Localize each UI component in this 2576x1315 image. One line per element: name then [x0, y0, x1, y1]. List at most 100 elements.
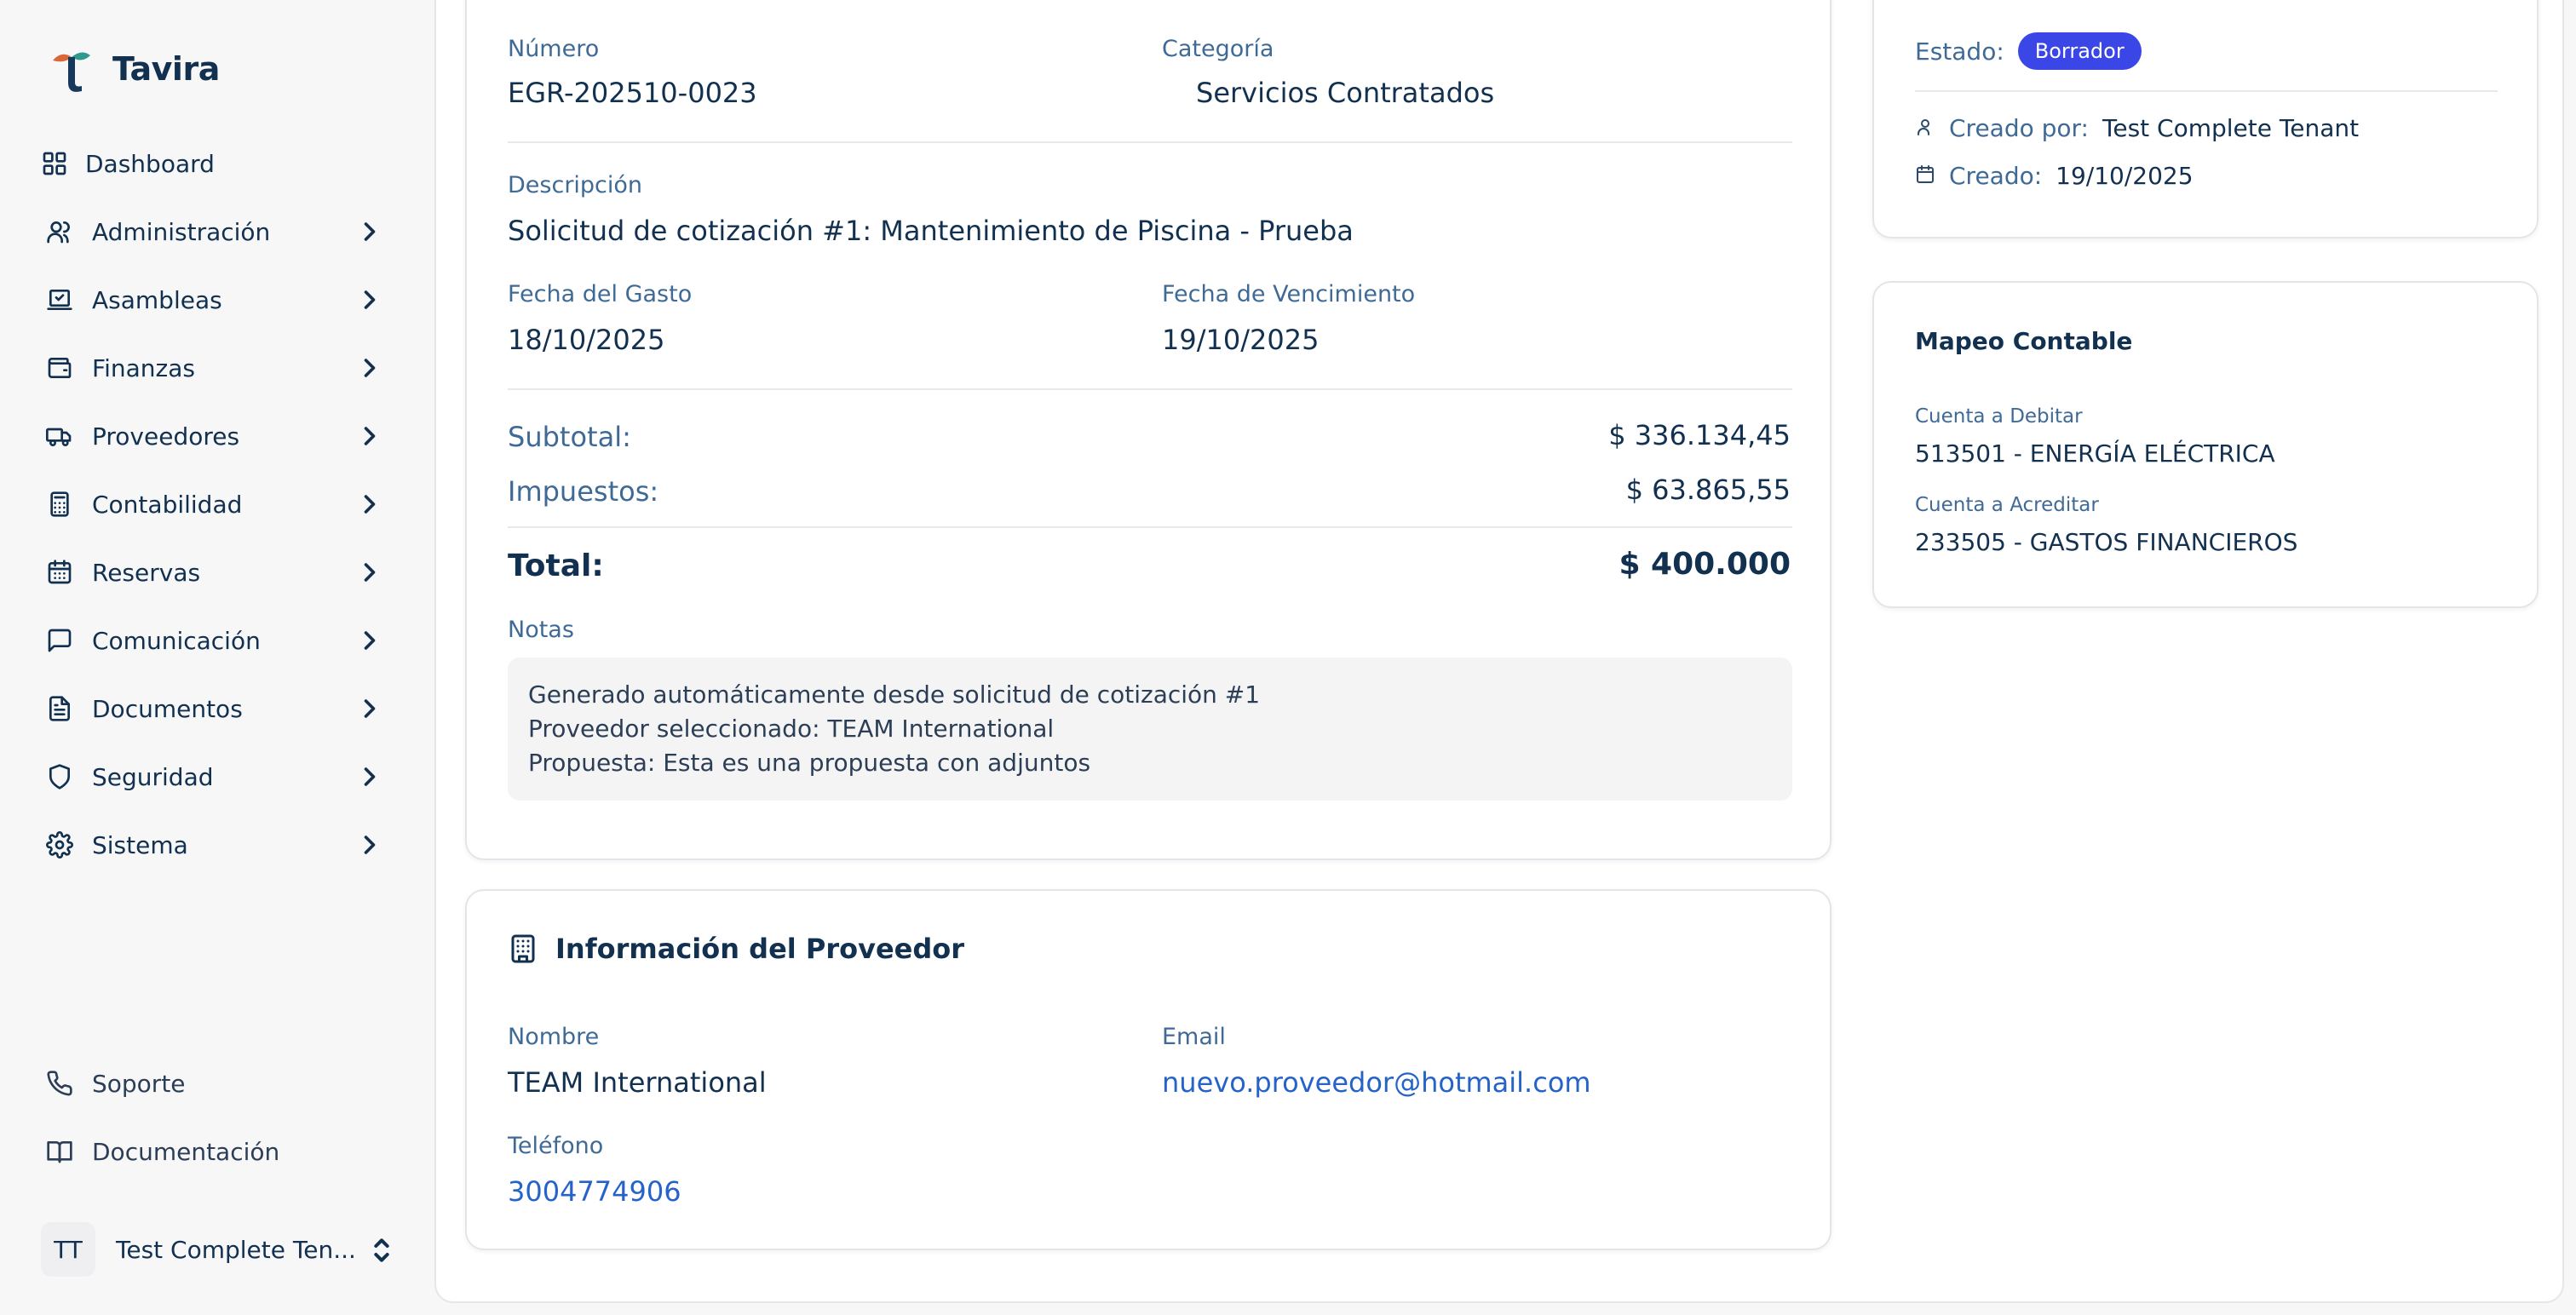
sidebar-item-label: Documentos: [92, 694, 243, 723]
phone-icon: [43, 1066, 77, 1100]
file-text-icon: [43, 692, 77, 726]
accounting-title: Mapeo Contable: [1915, 327, 2133, 355]
gear-icon: [43, 828, 77, 862]
sidebar-item-proveedores[interactable]: Proveedores: [43, 402, 392, 470]
impuestos-label: Impuestos:: [508, 475, 659, 508]
note-line: Propuesta: Esta es una propuesta con adj…: [528, 749, 1091, 777]
fecha-gasto-label: Fecha del Gasto: [508, 281, 693, 307]
chevron-right-icon: [354, 421, 385, 451]
nombre-label: Nombre: [508, 1024, 600, 1050]
email-label: Email: [1162, 1024, 1226, 1050]
users-icon: [43, 215, 77, 249]
message-icon: [43, 623, 77, 658]
descripcion-value: Solicitud de cotización #1: Mantenimient…: [508, 215, 1354, 247]
sidebar-item-label: Dashboard: [85, 149, 215, 178]
sidebar-item-label: Soporte: [92, 1069, 186, 1098]
telefono-label: Teléfono: [508, 1133, 604, 1159]
sidebar-item-label: Proveedores: [92, 422, 240, 451]
sidebar-item-dashboard[interactable]: Dashboard: [43, 129, 392, 198]
numero-value: EGR-202510-0023: [508, 77, 757, 109]
total-value: $ 400.000: [1619, 547, 1791, 582]
telefono-link[interactable]: 3004774906: [508, 1175, 681, 1208]
sidebar-item-contabilidad[interactable]: Contabilidad: [43, 470, 392, 538]
sidebar-item-documentos[interactable]: Documentos: [43, 675, 392, 743]
creado-por-row: Creado por: Test Complete Tenant: [1915, 114, 2359, 142]
sidebar-nav: Dashboard Administración Asambleas Finan…: [43, 129, 392, 879]
notas-label: Notas: [508, 617, 574, 643]
chevron-right-icon: [354, 761, 385, 792]
user-name: Test Complete Ten...: [116, 1235, 356, 1264]
sidebar-item-reservas[interactable]: Reservas: [43, 538, 392, 606]
chevron-right-icon: [354, 284, 385, 315]
divider: [508, 388, 1792, 390]
vote-icon: [43, 283, 77, 317]
notes-box: Generado automáticamente desde solicitud…: [508, 658, 1792, 801]
debit-label: Cuenta a Debitar: [1915, 405, 2083, 428]
chevron-right-icon: [354, 830, 385, 860]
creado-label: Creado:: [1949, 162, 2043, 190]
accounting-card: Mapeo Contable Cuenta a Debitar 513501 -…: [1872, 281, 2539, 608]
provider-title: Información del Proveedor: [555, 933, 965, 965]
sidebar: Tavira Dashboard Administración Asamblea…: [0, 0, 434, 1315]
expense-details-card: Número EGR-202510-0023 Categoría Servici…: [465, 0, 1831, 860]
sidebar-item-label: Asambleas: [92, 285, 222, 314]
creado-por-value: Test Complete Tenant: [2102, 114, 2360, 142]
categoria-value: Servicios Contratados: [1196, 77, 1495, 109]
descripcion-label: Descripción: [508, 172, 643, 198]
subtotal-value: $ 336.134,45: [1608, 419, 1791, 451]
provider-card: Información del Proveedor Nombre TEAM In…: [465, 889, 1831, 1250]
chevron-right-icon: [354, 489, 385, 520]
grid-icon: [37, 146, 72, 181]
note-line: Generado automáticamente desde solicitud…: [528, 680, 1261, 709]
user-icon: [1915, 117, 1935, 141]
chevron-right-icon: [354, 353, 385, 383]
impuestos-value: $ 63.865,55: [1625, 474, 1791, 506]
brand[interactable]: Tavira: [49, 43, 220, 95]
truck-icon: [43, 419, 77, 453]
sidebar-item-sistema[interactable]: Sistema: [43, 811, 392, 879]
calendar-icon: [1915, 164, 1935, 188]
avatar: TT: [41, 1222, 95, 1277]
tavira-logo-icon: [53, 52, 90, 92]
total-label: Total:: [508, 548, 604, 583]
book-icon: [43, 1134, 77, 1169]
provider-header: Información del Proveedor: [508, 932, 964, 966]
sidebar-item-documentacion[interactable]: Documentación: [43, 1117, 392, 1186]
sidebar-item-administracion[interactable]: Administración: [43, 198, 392, 266]
wallet-icon: [43, 351, 77, 385]
creado-value: 19/10/2025: [2056, 162, 2194, 190]
brand-name: Tavira: [112, 50, 220, 88]
divider: [508, 141, 1792, 143]
chevron-right-icon: [354, 625, 385, 656]
chevron-right-icon: [354, 216, 385, 247]
fecha-gasto-value: 18/10/2025: [508, 324, 665, 356]
user-menu[interactable]: TT Test Complete Ten...: [41, 1220, 399, 1279]
chevrons-up-down-icon[interactable]: [365, 1233, 399, 1267]
status-badge: Borrador: [2017, 32, 2142, 70]
estado-row: Estado: Borrador: [1915, 32, 2142, 70]
note-line: Proveedor seleccionado: TEAM Internation…: [528, 715, 1055, 743]
sidebar-bottom-nav: Soporte Documentación: [43, 1049, 392, 1186]
sidebar-item-label: Finanzas: [92, 353, 195, 382]
chevron-right-icon: [354, 693, 385, 724]
fecha-vencimiento-label: Fecha de Vencimiento: [1162, 281, 1416, 307]
sidebar-item-label: Reservas: [92, 558, 201, 587]
estado-label: Estado:: [1915, 37, 2004, 66]
numero-label: Número: [508, 36, 600, 62]
email-link[interactable]: nuevo.proveedor@hotmail.com: [1162, 1066, 1591, 1099]
sidebar-item-label: Sistema: [92, 830, 188, 859]
status-card: Estado: Borrador Creado por: Test Comple…: [1872, 0, 2539, 238]
sidebar-item-comunicacion[interactable]: Comunicación: [43, 606, 392, 675]
sidebar-item-soporte[interactable]: Soporte: [43, 1049, 392, 1117]
fecha-vencimiento-value: 19/10/2025: [1162, 324, 1320, 356]
sidebar-item-label: Contabilidad: [92, 490, 243, 519]
building-icon: [508, 932, 538, 966]
main-panel: Número EGR-202510-0023 Categoría Servici…: [434, 0, 2564, 1303]
categoria-label: Categoría: [1162, 36, 1274, 62]
sidebar-item-asambleas[interactable]: Asambleas: [43, 266, 392, 334]
credit-value: 233505 - GASTOS FINANCIEROS: [1915, 528, 2298, 556]
debit-value: 513501 - ENERGÍA ELÉCTRICA: [1915, 439, 2275, 468]
sidebar-item-finanzas[interactable]: Finanzas: [43, 334, 392, 402]
sidebar-item-seguridad[interactable]: Seguridad: [43, 743, 392, 811]
creado-row: Creado: 19/10/2025: [1915, 162, 2194, 190]
